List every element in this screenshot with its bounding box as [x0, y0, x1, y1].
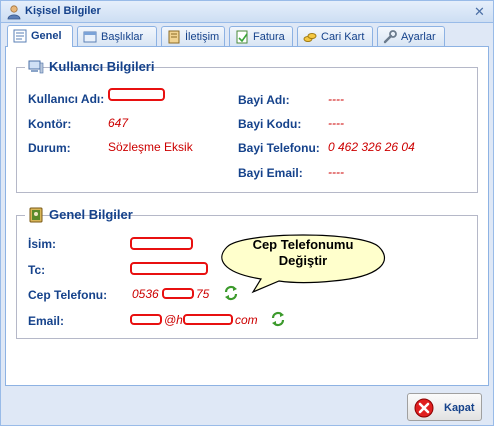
dealer-email-value: ----: [328, 165, 344, 179]
email-label: Email:: [28, 314, 65, 328]
general-info-legend: Genel Bilgiler: [25, 206, 133, 224]
contact-icon: [168, 30, 180, 44]
wrench-icon: [383, 30, 397, 44]
tab-label: Fatura: [253, 31, 285, 43]
dealer-email-label: Bayi Email:: [238, 166, 303, 180]
tab-strip: Genel Başlıklar İletişim Fatura Cari Kar…: [5, 25, 489, 47]
status-label: Durum:: [28, 141, 71, 155]
email-suffix: com: [235, 313, 258, 327]
username-label: Kullanıcı Adı:: [28, 92, 105, 106]
dealer-phone-value: 0 462 326 26 04: [328, 140, 415, 154]
tab-fatura[interactable]: Fatura: [229, 26, 293, 47]
user-icon: [7, 5, 21, 20]
status-value: Sözleşme Eksik: [108, 140, 193, 154]
username-redaction: [108, 88, 165, 101]
kontor-value: 647: [108, 116, 129, 130]
form-icon: [13, 29, 27, 43]
callout-text: Cep Telefonumu Değiştir: [213, 237, 393, 269]
user-info-title: Kullanıcı Bilgileri: [49, 59, 155, 74]
address-book-icon: [29, 207, 43, 223]
coins-icon: [303, 33, 317, 42]
dealer-name-label: Bayi Adı:: [238, 93, 290, 107]
user-info-legend: Kullanıcı Bilgileri: [25, 58, 154, 76]
invoice-icon: [236, 30, 248, 44]
mobile-phone-suffix: 75: [196, 287, 210, 301]
personal-info-window: Kişisel Bilgiler ✕ Genel Başlıklar İleti…: [0, 0, 494, 426]
close-button[interactable]: Kapat: [407, 393, 482, 421]
name-label: İsim:: [28, 237, 57, 251]
email-at: @h: [164, 313, 183, 327]
tab-ayarlar[interactable]: Ayarlar: [377, 26, 445, 47]
cancel-icon: [414, 398, 434, 418]
email-user-redaction: [130, 314, 162, 325]
mobile-phone-prefix: 0536: [132, 287, 159, 301]
tab-label: Başlıklar: [101, 31, 144, 43]
email-domain-redaction: [183, 314, 233, 325]
close-icon[interactable]: ✕: [472, 5, 487, 20]
mobile-phone-label: Cep Telefonu:: [28, 288, 108, 302]
tab-cari-kart[interactable]: Cari Kart: [297, 26, 373, 47]
dealer-code-value: ----: [328, 116, 344, 130]
kontor-label: Kontör:: [28, 117, 72, 131]
computer-icon: [28, 60, 44, 74]
tc-redaction: [130, 262, 208, 275]
window-title: Kişisel Bilgiler: [25, 5, 101, 17]
tab-iletisim[interactable]: İletişim: [161, 26, 225, 47]
dealer-name-value: ----: [328, 92, 344, 106]
general-info-title: Genel Bilgiler: [49, 207, 133, 222]
tab-label: Ayarlar: [401, 31, 436, 43]
tab-label: Genel: [31, 30, 62, 42]
name-redaction: [130, 237, 193, 250]
dealer-phone-label: Bayi Telefonu:: [238, 141, 320, 155]
header-icon: [83, 31, 97, 43]
callout-line-1: Cep Telefonumu: [252, 237, 354, 252]
tab-genel[interactable]: Genel: [7, 25, 73, 47]
window-titlebar[interactable]: Kişisel Bilgiler ✕: [1, 1, 493, 23]
tab-panel-genel: Kullanıcı Bilgileri Kullanıcı Adı: Kontö…: [5, 46, 489, 386]
refresh-email-icon[interactable]: [270, 311, 286, 327]
tab-basliklar[interactable]: Başlıklar: [77, 26, 157, 47]
tab-label: Cari Kart: [321, 31, 365, 43]
callout-line-2: Değiştir: [278, 253, 328, 268]
tab-label: İletişim: [185, 31, 220, 43]
close-button-label: Kapat: [444, 402, 475, 414]
mobile-phone-redaction: [162, 288, 194, 299]
tc-label: Tc:: [28, 263, 46, 277]
dealer-code-label: Bayi Kodu:: [238, 117, 302, 131]
